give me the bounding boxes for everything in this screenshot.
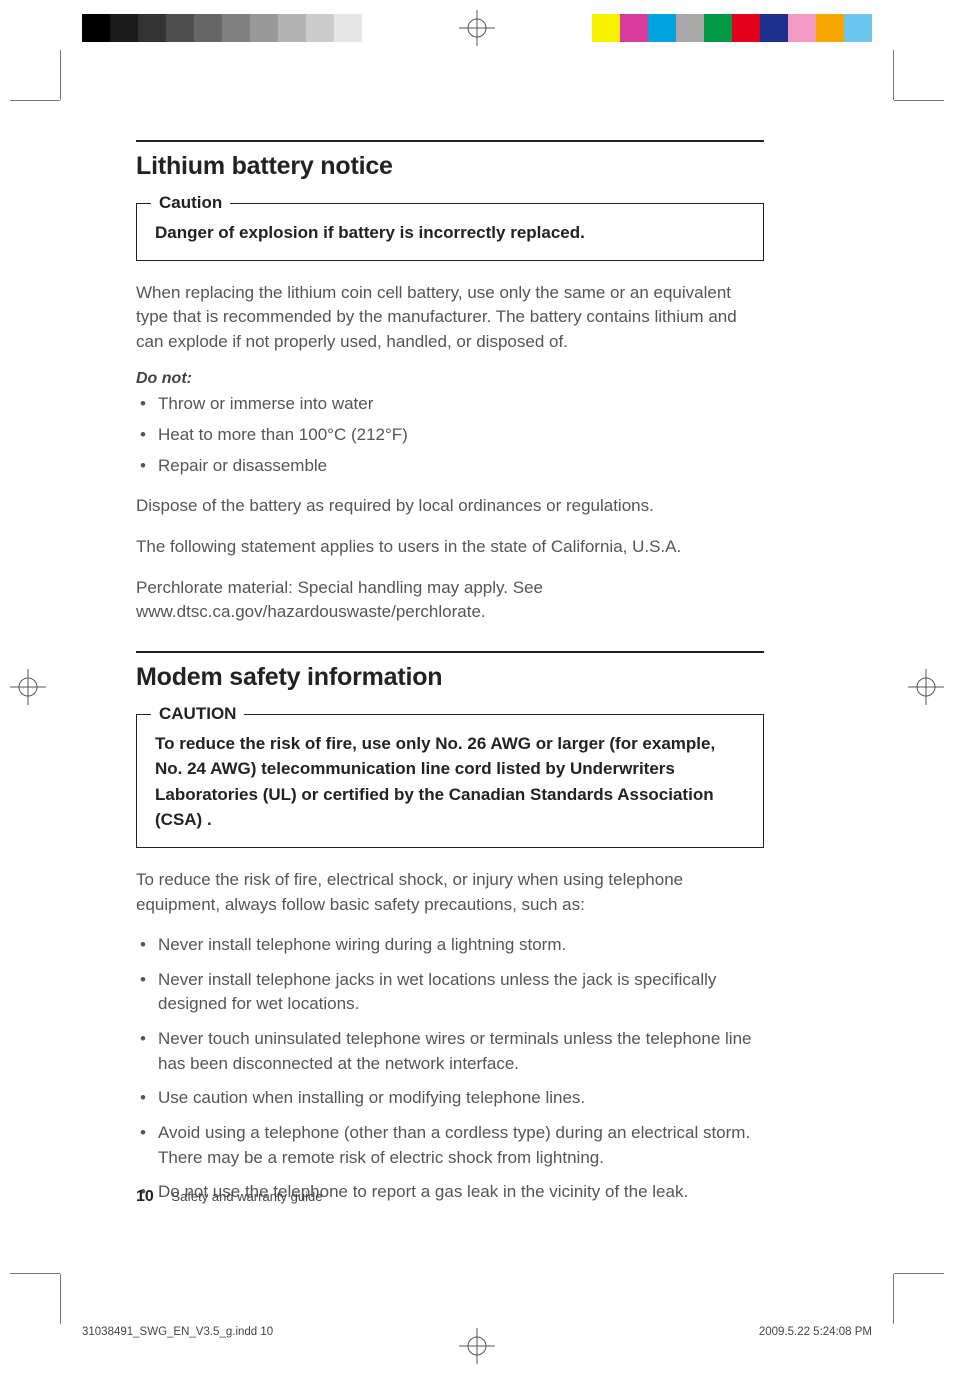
crop-mark-icon xyxy=(872,50,944,122)
caution-text: Danger of explosion if battery is incorr… xyxy=(155,220,745,246)
color-swatch xyxy=(194,14,222,42)
body-paragraph: The following statement applies to users… xyxy=(136,535,764,560)
page-number: 10 xyxy=(136,1188,154,1205)
do-not-list: Throw or immerse into water Heat to more … xyxy=(136,392,764,478)
list-item: Never install telephone wiring during a … xyxy=(136,933,764,958)
list-item: Use caution when installing or modifying… xyxy=(136,1086,764,1111)
section-rule xyxy=(136,140,764,142)
crop-mark-icon xyxy=(872,1252,944,1324)
caution-box: CAUTION To reduce the risk of fire, use … xyxy=(136,714,764,848)
color-swatch xyxy=(732,14,760,42)
color-swatch xyxy=(222,14,250,42)
page-footer: 10 Safety and warranty guide xyxy=(136,1188,322,1206)
color-swatch xyxy=(620,14,648,42)
color-swatch xyxy=(592,14,620,42)
body-paragraph: Perchlorate material: Special handling m… xyxy=(136,576,764,625)
section-rule xyxy=(136,651,764,653)
do-not-label: Do not: xyxy=(136,370,764,388)
color-swatch xyxy=(82,14,110,42)
color-swatch xyxy=(816,14,844,42)
imposition-slug-date: 2009.5.22 5:24:08 PM xyxy=(759,1326,872,1338)
color-swatch xyxy=(334,14,362,42)
imposition-slug-file: 31038491_SWG_EN_V3.5_g.indd 10 xyxy=(82,1326,273,1338)
list-item: Repair or disassemble xyxy=(136,454,764,479)
list-item: Never touch uninsulated telephone wires … xyxy=(136,1027,764,1076)
registration-mark-icon xyxy=(459,1328,495,1364)
color-swatch xyxy=(110,14,138,42)
crop-mark-icon xyxy=(10,1252,82,1324)
registration-mark-icon xyxy=(10,669,46,705)
color-swatch xyxy=(166,14,194,42)
section-heading: Lithium battery notice xyxy=(136,152,764,181)
color-swatch xyxy=(138,14,166,42)
list-item: Throw or immerse into water xyxy=(136,392,764,417)
process-colorbar xyxy=(592,14,872,42)
color-swatch xyxy=(844,14,872,42)
book-title: Safety and warranty guide xyxy=(171,1189,322,1204)
list-item: Never install telephone jacks in wet loc… xyxy=(136,968,764,1017)
color-swatch xyxy=(306,14,334,42)
section-heading: Modem safety information xyxy=(136,663,764,692)
registration-mark-icon xyxy=(459,10,495,46)
caution-label: Caution xyxy=(151,193,230,213)
caution-box: Caution Danger of explosion if battery i… xyxy=(136,203,764,261)
safety-list: Never install telephone wiring during a … xyxy=(136,933,764,1205)
color-swatch xyxy=(648,14,676,42)
color-swatch xyxy=(788,14,816,42)
color-swatch xyxy=(760,14,788,42)
color-swatch xyxy=(676,14,704,42)
crop-mark-icon xyxy=(10,50,82,122)
caution-text: To reduce the risk of fire, use only No.… xyxy=(155,731,745,833)
page-content: Lithium battery notice Caution Danger of… xyxy=(136,140,764,1221)
color-swatch xyxy=(362,14,390,42)
body-paragraph: To reduce the risk of fire, electrical s… xyxy=(136,868,764,917)
list-item: Heat to more than 100°C (212°F) xyxy=(136,423,764,448)
body-paragraph: Dispose of the battery as required by lo… xyxy=(136,494,764,519)
color-swatch xyxy=(250,14,278,42)
registration-mark-icon xyxy=(908,669,944,705)
color-swatch xyxy=(278,14,306,42)
color-swatch xyxy=(704,14,732,42)
list-item: Avoid using a telephone (other than a co… xyxy=(136,1121,764,1170)
caution-label: CAUTION xyxy=(151,704,244,724)
body-paragraph: When replacing the lithium coin cell bat… xyxy=(136,281,764,355)
grayscale-colorbar xyxy=(82,14,390,42)
